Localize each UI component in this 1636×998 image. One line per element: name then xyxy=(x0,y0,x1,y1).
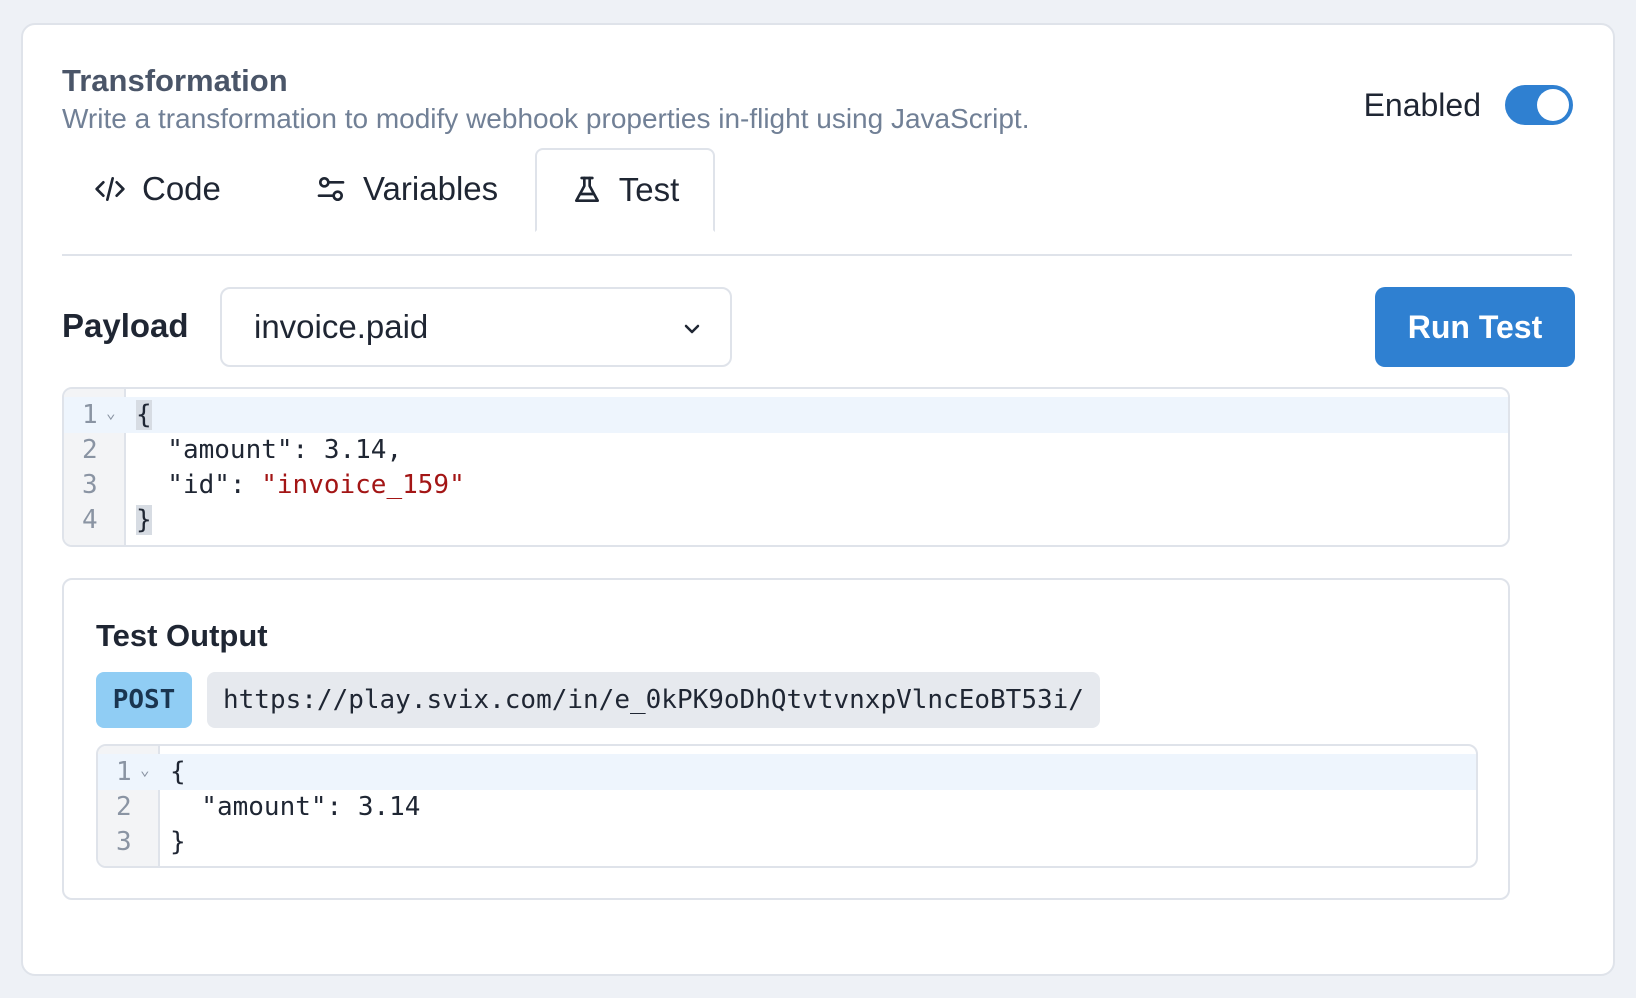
code-icon xyxy=(95,177,125,201)
payload-select-value: invoice.paid xyxy=(254,308,429,345)
fold-icon[interactable]: ⌄ xyxy=(106,403,116,422)
line-number: 3 xyxy=(116,827,132,857)
run-test-button[interactable]: Run Test xyxy=(1375,287,1575,367)
request-url: https://play.svix.com/in/e_0kPK9oDhQtvtv… xyxy=(207,672,1100,728)
line-number: 4 xyxy=(82,505,98,535)
code-line: 2 "amount": 3.14, xyxy=(64,432,1508,468)
payload-label: Payload xyxy=(62,307,189,344)
line-number: 1 ⌄ xyxy=(82,400,116,430)
method-badge: POST xyxy=(96,672,192,728)
line-text: "id": "invoice_159" xyxy=(136,470,465,500)
toggle-knob xyxy=(1537,89,1569,121)
tab-test-label: Test xyxy=(618,171,680,208)
tab-variables[interactable]: Variables xyxy=(315,148,498,230)
code-line: 4 } xyxy=(64,502,1508,538)
code-line: 1 ⌄ { xyxy=(64,397,1508,433)
line-text: } xyxy=(136,505,152,535)
tab-code-label: Code xyxy=(142,170,221,207)
tab-code[interactable]: Code xyxy=(94,148,221,230)
payload-select[interactable]: invoice.paid xyxy=(220,287,732,367)
payload-editor[interactable]: 1 ⌄ { 2 "amount": 3.14, 3 "id": "invoice_… xyxy=(62,387,1510,547)
enabled-label: Enabled xyxy=(1363,86,1481,123)
code-line: 3 "id": "invoice_159" xyxy=(64,467,1508,503)
line-text: } xyxy=(170,827,186,857)
tab-variables-label: Variables xyxy=(363,170,499,207)
tab-test[interactable]: Test xyxy=(535,148,715,232)
test-output-title: Test Output xyxy=(96,618,268,653)
chevron-down-icon xyxy=(684,324,700,334)
transformation-card: Transformation Write a transformation to… xyxy=(21,23,1615,976)
enabled-toggle[interactable] xyxy=(1505,85,1573,125)
tab-bar: Code Variables Test xyxy=(62,148,1572,256)
code-line: 1 ⌄ { xyxy=(98,754,1476,790)
line-number: 1 ⌄ xyxy=(116,757,150,787)
line-text: { xyxy=(136,400,152,430)
line-number: 2 xyxy=(82,435,98,465)
line-text: "amount": 3.14 xyxy=(170,792,421,822)
flask-icon xyxy=(574,176,599,202)
output-editor[interactable]: 1 ⌄ { 2 "amount": 3.14 3 } xyxy=(96,744,1478,868)
code-line: 2 "amount": 3.14 xyxy=(98,789,1476,825)
sliders-icon xyxy=(317,177,345,201)
line-text: "amount": 3.14, xyxy=(136,435,403,465)
code-line: 3 } xyxy=(98,824,1476,860)
test-output-panel: Test Output POST https://play.svix.com/i… xyxy=(62,578,1510,900)
line-number: 2 xyxy=(116,792,132,822)
string-value: "invoice_159" xyxy=(261,470,465,500)
fold-icon[interactable]: ⌄ xyxy=(140,760,150,779)
section-title: Transformation xyxy=(62,63,288,98)
line-number: 3 xyxy=(82,470,98,500)
enabled-control: Enabled xyxy=(1364,85,1573,125)
line-text: { xyxy=(170,757,186,787)
section-subtitle: Write a transformation to modify webhook… xyxy=(62,103,1030,134)
